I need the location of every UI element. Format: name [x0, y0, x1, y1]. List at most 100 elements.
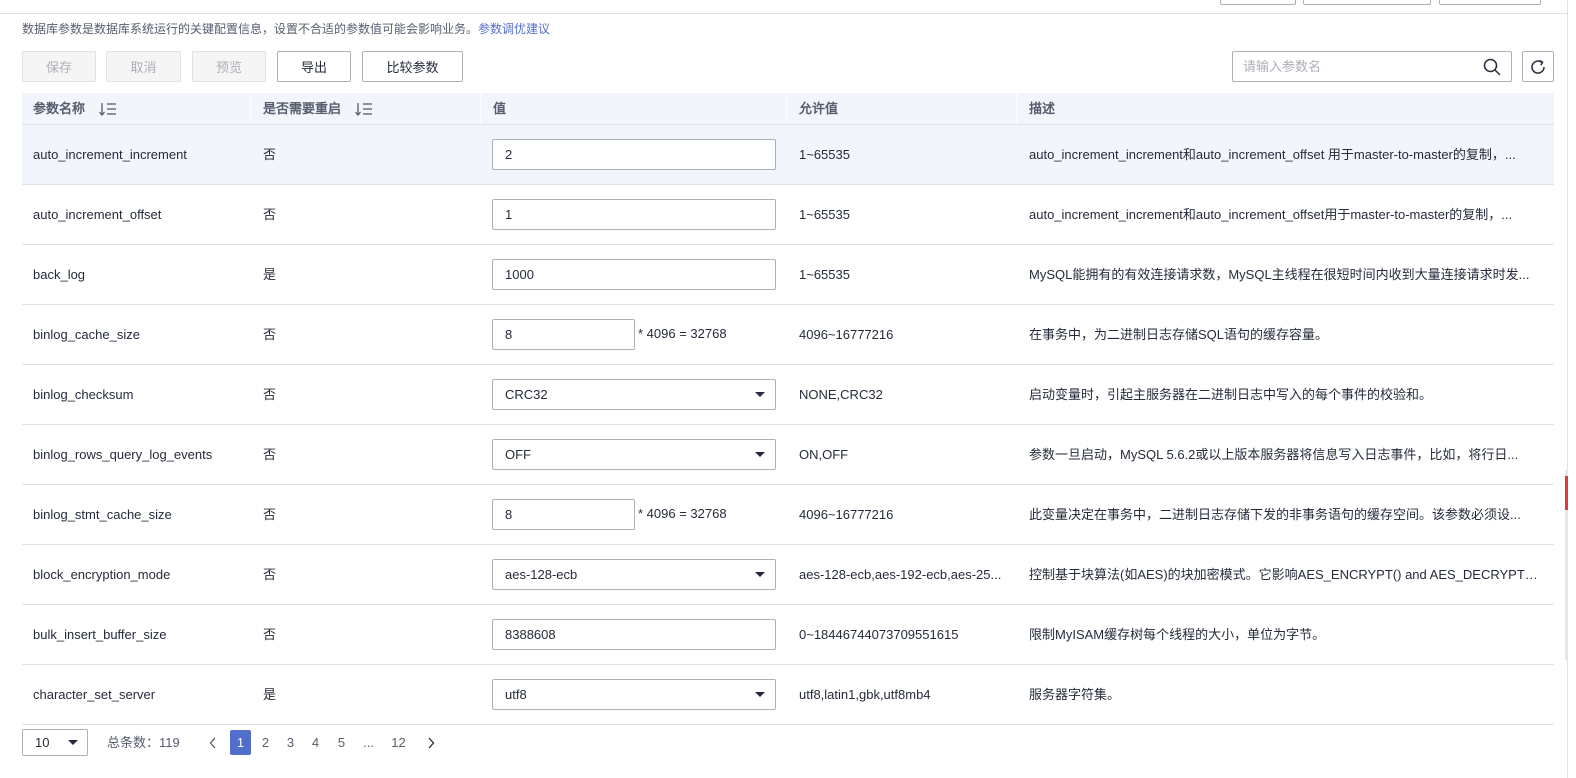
parameter-name: block_encryption_mode	[33, 567, 171, 582]
restart-required: 否	[263, 327, 277, 342]
parameter-name: auto_increment_offset	[33, 207, 162, 222]
allowed-values: 0~18446744073709551615	[799, 627, 959, 642]
value-multiplier: * 4096 = 32768	[638, 506, 727, 521]
next-page-button[interactable]	[421, 729, 441, 756]
parameter-name: auto_increment_increment	[33, 147, 187, 162]
column-header-name-label: 参数名称	[33, 101, 86, 116]
value-input[interactable]	[492, 499, 635, 530]
tuning-advice-link[interactable]: 参数调优建议	[478, 22, 550, 36]
parameter-description: 启动变量时，引起主服务器在二进制日志中写入的每个事件的校验和。	[1029, 387, 1433, 402]
table-row: binlog_rows_query_log_events 否 OFF ON,OFF 参数…	[22, 425, 1554, 485]
page-4[interactable]: 4	[305, 730, 326, 755]
table-row: bulk_insert_buffer_size 否 0~18446744073709…	[22, 605, 1554, 665]
chevron-down-icon	[755, 452, 765, 457]
restart-required: 否	[263, 207, 277, 222]
parameter-description: 参数一旦启动，MySQL 5.6.2或以上版本服务器将信息写入日志事件，比如，将…	[1029, 447, 1519, 462]
page-12[interactable]: 12	[388, 730, 409, 755]
page-5[interactable]: 5	[331, 730, 352, 755]
table-row: binlog_checksum 否 CRC32 NONE,CRC32 启动变量时，引起主…	[22, 365, 1554, 425]
column-divider	[480, 93, 481, 124]
column-header-name[interactable]: 参数名称	[33, 93, 117, 124]
page-size-value: 10	[35, 735, 50, 750]
value-input-field[interactable]	[505, 500, 618, 529]
page-1[interactable]: 1	[230, 730, 251, 755]
value-select[interactable]: OFF	[492, 439, 776, 470]
right-border	[1567, 0, 1568, 778]
column-header-restart[interactable]: 是否需要重启	[263, 93, 373, 124]
table-row: block_encryption_mode 否 aes-128-ecb aes-128…	[22, 545, 1554, 605]
allowed-values: 1~65535	[799, 267, 850, 282]
top-button-1[interactable]	[1220, 0, 1296, 5]
value-select[interactable]: CRC32	[492, 379, 776, 410]
parameter-name: binlog_cache_size	[33, 327, 140, 342]
restart-required: 是	[263, 687, 277, 702]
restart-required: 否	[263, 507, 277, 522]
top-button-3[interactable]	[1439, 0, 1541, 5]
search-input[interactable]	[1243, 52, 1473, 81]
total-count: 总条数：119	[107, 735, 180, 750]
cancel-button[interactable]: 取消	[106, 51, 181, 82]
chevron-down-icon	[68, 740, 78, 745]
value-select[interactable]: aes-128-ecb	[492, 559, 776, 590]
chevron-left-icon	[209, 737, 216, 748]
sort-icon[interactable]	[98, 102, 117, 116]
value-select-current: OFF	[505, 447, 531, 462]
parameter-search[interactable]	[1232, 51, 1512, 82]
export-button[interactable]: 导出	[277, 51, 351, 82]
save-button[interactable]: 保存	[22, 51, 96, 82]
restart-required: 否	[263, 147, 277, 162]
allowed-values: NONE,CRC32	[799, 387, 883, 402]
value-input-field[interactable]	[505, 200, 731, 229]
parameter-description: 控制基于块算法(如AES)的块加密模式。它影响AES_ENCRYPT() and…	[1029, 567, 1541, 582]
preview-button[interactable]: 预览	[192, 51, 266, 82]
restart-required: 否	[263, 627, 277, 642]
table-row: binlog_stmt_cache_size 否 * 4096 = 32768 409…	[22, 485, 1554, 545]
column-divider	[1016, 93, 1017, 124]
parameter-notice: 数据库参数是数据库系统运行的关键配置信息，设置不合适的参数值可能会影响业务。参数…	[22, 20, 550, 38]
refresh-icon	[1531, 59, 1545, 74]
value-multiplier: * 4096 = 32768	[638, 326, 727, 341]
value-input[interactable]	[492, 139, 776, 170]
chevron-down-icon	[755, 692, 765, 697]
table-row: auto_increment_offset 否 1~65535 auto_increm…	[22, 185, 1554, 245]
refresh-button[interactable]	[1522, 51, 1554, 82]
column-header-description: 描述	[1029, 101, 1056, 116]
sort-icon[interactable]	[354, 102, 373, 116]
parameter-name: bulk_insert_buffer_size	[33, 627, 167, 642]
compare-parameters-button[interactable]: 比较参数	[362, 51, 463, 82]
page-2[interactable]: 2	[255, 730, 276, 755]
column-header-restart-label: 是否需要重启	[263, 101, 342, 116]
parameter-name: binlog_rows_query_log_events	[33, 447, 213, 462]
value-input[interactable]	[492, 619, 776, 650]
allowed-values: 1~65535	[799, 207, 850, 222]
parameter-description: MySQL能拥有的有效连接请求数，MySQL主线程在很短时间内收到大量连接请求时…	[1029, 267, 1530, 282]
value-select-current: utf8	[505, 687, 527, 702]
value-select-current: CRC32	[505, 387, 548, 402]
page-ellipsis[interactable]: ...	[358, 730, 379, 755]
value-input[interactable]	[492, 259, 776, 290]
value-select[interactable]: utf8	[492, 679, 776, 710]
page-3[interactable]: 3	[280, 730, 301, 755]
search-icon[interactable]	[1483, 58, 1501, 76]
edge-marker	[1565, 476, 1568, 510]
value-input-field[interactable]	[505, 260, 731, 289]
table-header: 参数名称 是否需要重启 值 允许值 描述	[22, 93, 1554, 125]
parameter-name: binlog_checksum	[33, 387, 134, 402]
value-input-field[interactable]	[505, 620, 731, 649]
value-input-field[interactable]	[505, 320, 618, 349]
restart-required: 否	[263, 567, 277, 582]
table-row: character_set_server 是 utf8 utf8,latin1,gbk…	[22, 665, 1554, 725]
prev-page-button[interactable]	[203, 729, 223, 756]
value-input[interactable]	[492, 319, 635, 350]
page-size-select[interactable]: 10	[22, 729, 88, 756]
chevron-down-icon	[755, 392, 765, 397]
allowed-values: ON,OFF	[799, 447, 849, 462]
column-header-allowed: 允许值	[799, 101, 839, 116]
column-divider	[250, 93, 251, 124]
top-button-2[interactable]	[1303, 0, 1431, 5]
value-input-field[interactable]	[505, 140, 731, 169]
notice-text: 数据库参数是数据库系统运行的关键配置信息，设置不合适的参数值可能会影响业务。	[22, 22, 479, 36]
parameter-description: 在事务中，为二进制日志存储SQL语句的缓存容量。	[1029, 327, 1329, 342]
value-input[interactable]	[492, 199, 776, 230]
restart-required: 否	[263, 447, 277, 462]
